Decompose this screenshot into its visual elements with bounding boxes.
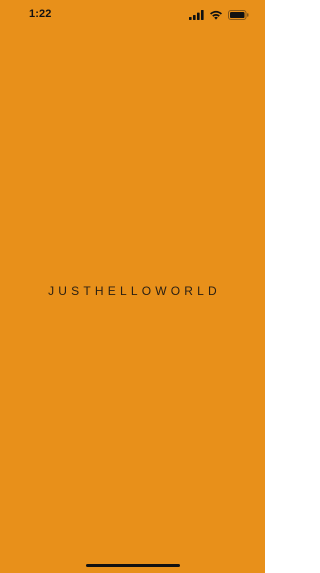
status-time: 1:22 — [29, 8, 52, 20]
signal-icon — [189, 10, 204, 20]
splash-screen: 1:22 JUSTHELLOWORLD — [0, 0, 265, 573]
home-indicator[interactable] — [86, 564, 180, 567]
battery-icon — [228, 10, 249, 20]
status-icons — [189, 9, 249, 21]
status-bar: 1:22 — [0, 0, 265, 30]
wifi-icon — [210, 10, 222, 20]
app-wordmark: JUSTHELLOWORLD — [48, 284, 221, 298]
